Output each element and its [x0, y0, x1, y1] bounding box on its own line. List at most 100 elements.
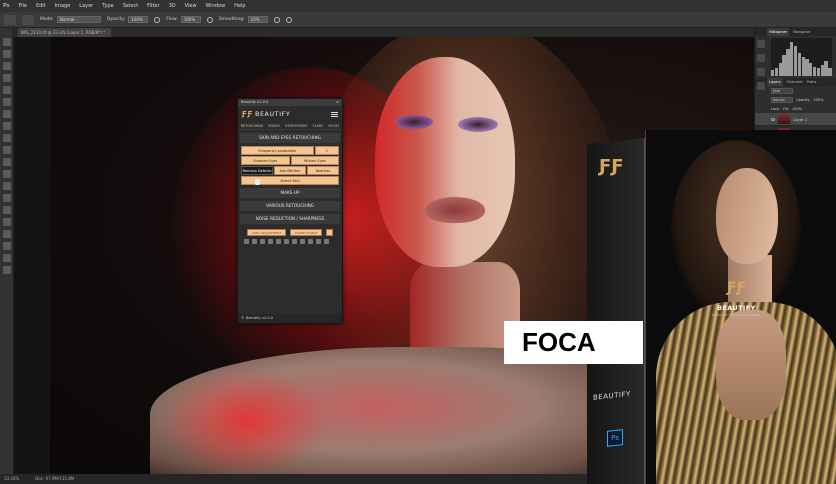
layer-blend-mode-select[interactable]: Normal [771, 96, 793, 103]
eyedropper-tool-icon[interactable] [2, 98, 11, 106]
lasso-tool-icon[interactable] [2, 62, 11, 70]
menu-select[interactable]: Select [123, 3, 138, 9]
mode-select[interactable]: Normal [56, 16, 101, 23]
tab-mood[interactable]: MOOD [328, 124, 339, 128]
gradient-icon[interactable] [300, 239, 305, 244]
menu-filter[interactable]: Filter [147, 3, 159, 9]
stamp-icon[interactable] [284, 239, 289, 244]
crop-tool-icon[interactable] [2, 86, 11, 94]
gradient-tool-icon[interactable] [2, 170, 11, 178]
options-bar: Mode: Normal Opacity: 100% Flow: 100% Sm… [0, 12, 836, 28]
zoom-tool-icon[interactable] [2, 266, 11, 274]
tab-paths[interactable]: Paths [807, 78, 817, 86]
menu-layer[interactable]: Layer [79, 3, 93, 9]
pressure-size-icon[interactable] [285, 16, 292, 23]
tab-channels[interactable]: Channels [787, 78, 803, 86]
box-side-logo-icon: ƑƑ [599, 156, 624, 177]
pressure-opacity-icon[interactable] [154, 16, 161, 23]
tab-flare[interactable]: FLARE [313, 124, 323, 128]
swatches-panel-icon[interactable] [757, 82, 765, 90]
dodge-tool-icon[interactable] [2, 194, 11, 202]
hand-tool-icon[interactable] [2, 254, 11, 262]
mode-field: Mode: Normal [40, 16, 101, 23]
dodge-icon[interactable] [268, 239, 273, 244]
menu-type[interactable]: Type [102, 3, 113, 9]
smoothing-input[interactable]: 10% [247, 16, 268, 23]
section-various-retouching[interactable]: VARIOUS RETOUCHING [240, 201, 340, 211]
frequency-separation-count[interactable]: 1 [314, 146, 339, 155]
menu-window[interactable]: Window [205, 3, 225, 9]
frequency-separation-button[interactable]: Frequency separation [241, 146, 314, 155]
properties-panel-icon[interactable] [757, 54, 765, 62]
tab-histogram[interactable]: Histogram [767, 28, 790, 36]
layer-opacity-value[interactable]: 100% [813, 98, 823, 102]
beautify-tool-icons [238, 236, 342, 247]
airbrush-icon[interactable] [206, 16, 213, 23]
document-tab[interactable]: IMG_2110.tif @ 33.3% (Layer 1, RGB/8*) * [18, 28, 112, 37]
visibility-eye-icon[interactable] [771, 117, 775, 121]
zoom-level[interactable]: 33.33% [4, 474, 19, 484]
clone-stamp-tool-icon[interactable] [2, 134, 11, 142]
menu-hamburger-icon[interactable] [331, 111, 338, 117]
menu-help[interactable]: Help [234, 3, 245, 9]
panel-close-icon[interactable]: × [336, 99, 339, 106]
type-tool-icon[interactable] [2, 218, 11, 226]
eraser-tool-icon[interactable] [2, 158, 11, 166]
section-skin-eyes[interactable]: SKIN AND EYES RETOUCHING [240, 133, 340, 143]
layer-kind-filter[interactable]: Kind [771, 87, 793, 94]
tab-navigator[interactable]: Navigator [793, 28, 810, 36]
adjustments-panel-icon[interactable] [757, 68, 765, 76]
layers-tabs: Layers Channels Paths [755, 78, 836, 86]
skin-buttons-row3: Remove Defects Hair/Whiten Redness Remov… [241, 166, 339, 182]
menu-3d[interactable]: 3D [169, 3, 176, 9]
brush-size-icon[interactable] [22, 14, 34, 25]
stamp-visible-button[interactable]: STAMP VISIBLE [290, 229, 323, 236]
apply-adjustment-button[interactable]: APPLY ADJUSTMENT [246, 229, 287, 236]
marquee-tool-icon[interactable] [2, 50, 11, 58]
brush-icon[interactable] [244, 239, 249, 244]
tab-layers[interactable]: Layers [767, 78, 783, 86]
opacity-input[interactable]: 100% [128, 16, 149, 23]
remove-defects-button[interactable]: Remove Defects [241, 166, 273, 175]
burn-icon[interactable] [276, 239, 281, 244]
beautify-tabs: RETOUCHING BOKEH ATMOSPHERE FLARE MOOD [238, 122, 342, 130]
healing-brush-tool-icon[interactable] [2, 110, 11, 118]
section-makeup[interactable]: MAKE-UP [240, 188, 340, 198]
menu-file[interactable]: File [19, 3, 27, 9]
document-size: Doc: 67.9M/135.8M [35, 476, 75, 481]
whiten-eyes-button[interactable]: Whiten Eyes [290, 156, 339, 165]
redness-remover-button[interactable]: Redness Remover [307, 166, 339, 182]
brush-tool-icon[interactable] [2, 122, 11, 130]
mask-icon[interactable] [252, 239, 257, 244]
blur-tool-icon[interactable] [2, 182, 11, 190]
brush-tool-preset-icon[interactable] [4, 14, 16, 25]
path-select-tool-icon[interactable] [2, 230, 11, 238]
tab-atmosphere[interactable]: ATMOSPHERE [285, 124, 307, 128]
history-brush-tool-icon[interactable] [2, 146, 11, 154]
move-tool-icon[interactable] [2, 38, 11, 46]
sharpen-eyes-button[interactable]: Sharpen Eyes [241, 156, 290, 165]
delete-icon[interactable] [326, 229, 334, 236]
layer-fill-value[interactable]: 100% [792, 107, 802, 111]
cloud-icon[interactable] [316, 239, 321, 244]
menu-view[interactable]: View [185, 3, 197, 9]
quick-select-tool-icon[interactable] [2, 74, 11, 82]
eraser-icon[interactable] [260, 239, 265, 244]
menu-edit[interactable]: Edit [36, 3, 46, 9]
flow-input[interactable]: 100% [180, 16, 201, 23]
tab-retouching[interactable]: RETOUCHING [241, 124, 263, 128]
layer-row[interactable]: Layer 1 [755, 113, 836, 126]
blend-icon[interactable] [292, 239, 297, 244]
shape-tool-icon[interactable] [2, 242, 11, 250]
pen-tool-icon[interactable] [2, 206, 11, 214]
settings-gear-icon[interactable] [273, 16, 280, 23]
eyedropper-icon[interactable] [308, 239, 313, 244]
hair-whiten-button[interactable]: Hair/Whiten [274, 166, 306, 175]
grid-icon[interactable] [324, 239, 329, 244]
history-panel-icon[interactable] [757, 40, 765, 48]
right-eye-shape [458, 117, 498, 132]
menu-image[interactable]: Image [55, 3, 71, 9]
tab-bokeh[interactable]: BOKEH [268, 124, 280, 128]
section-noise-reduction[interactable]: NOISE REDUCTION / SHARPNESS [240, 214, 340, 224]
beautify-titlebar[interactable]: Beautify v1.0.0 × [238, 99, 342, 106]
